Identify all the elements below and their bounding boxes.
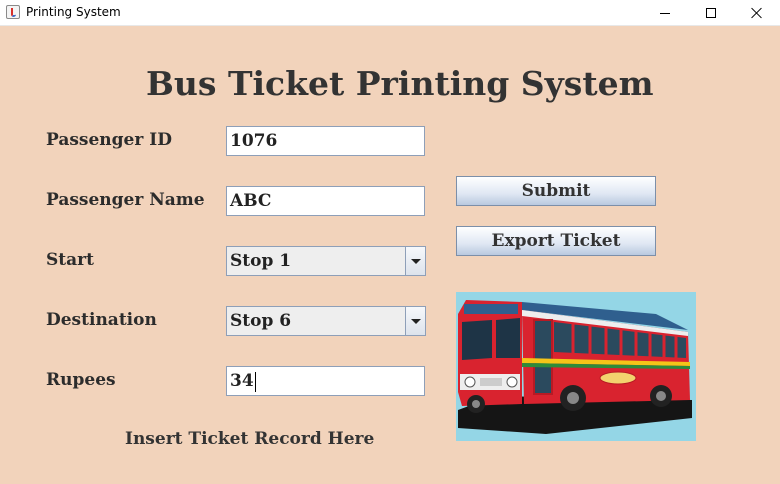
rupees-value: 34 [230,371,254,391]
rupees-field[interactable]: 34 [226,366,425,396]
title-bar: Printing System [0,0,780,26]
close-button[interactable] [734,0,780,26]
ticket-record-label: Insert Ticket Record Here [125,429,375,449]
passenger-name-label: Passenger Name [46,190,205,210]
rupees-label: Rupees [46,370,116,390]
destination-selected-value: Stop 6 [230,311,292,331]
page-title: Bus Ticket Printing System [146,64,654,103]
passenger-id-field[interactable]: 1076 [226,126,425,156]
close-icon [751,7,763,19]
passenger-id-label: Passenger ID [46,130,172,150]
text-caret [254,371,256,392]
destination-select[interactable]: Stop 6 [226,306,426,336]
window-title: Printing System [26,5,121,19]
export-ticket-button[interactable]: Export Ticket [456,226,656,256]
minimize-icon [660,12,670,14]
submit-button[interactable]: Submit [456,176,656,206]
minimize-button[interactable] [642,0,688,26]
maximize-button[interactable] [688,0,734,26]
start-selected-value: Stop 1 [230,251,292,271]
maximize-icon [706,8,716,18]
start-select[interactable]: Stop 1 [226,246,426,276]
bus-image [456,292,696,441]
destination-label: Destination [46,310,157,330]
destination-dropdown-button[interactable] [405,307,425,335]
java-cup-icon [6,5,20,19]
start-label: Start [46,250,94,270]
chevron-down-icon [410,258,421,264]
passenger-name-field[interactable]: ABC [226,186,425,216]
start-dropdown-button[interactable] [405,247,425,275]
chevron-down-icon [410,318,421,324]
